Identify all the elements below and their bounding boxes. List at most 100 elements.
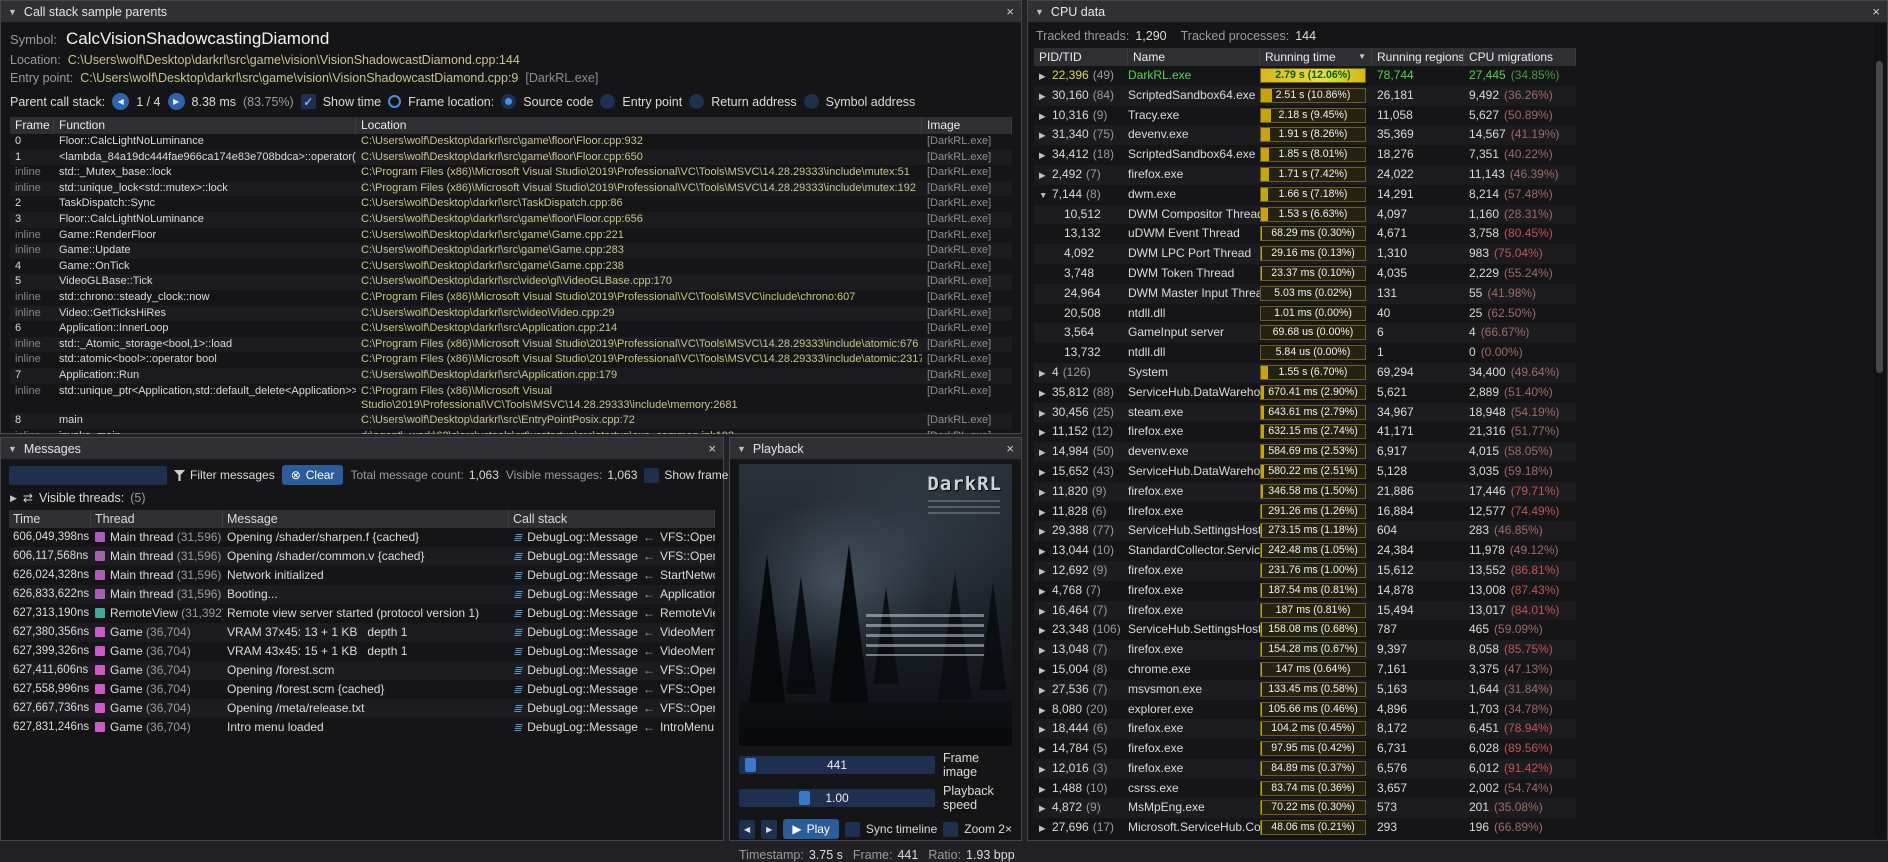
column-running-time[interactable]: Running time ▼ (1260, 48, 1372, 66)
callstack-frame-row[interactable]: inline std::_Atomic_storage<bool,1>::loa… (10, 337, 1012, 353)
callstack-frame-row[interactable]: 1 <lambda_84a19dc444fae966ca174e83e708bd… (10, 150, 1012, 166)
cpu-process-row[interactable]: ▶30,456(25) steam.exe 643.61 ms (2.79%) … (1034, 403, 1576, 423)
cpu-process-row[interactable]: 24,964 DWM Master Input Thread 5.03 ms (… (1034, 284, 1576, 304)
next-parent-button[interactable]: ▶ (168, 93, 185, 110)
message-row[interactable]: 626,024,328ns Main thread (31,596) Netwo… (9, 566, 715, 585)
column-running-regions[interactable]: Running regions (1372, 48, 1464, 66)
next-frame-button[interactable]: ▶ (761, 820, 777, 839)
expand-icon[interactable]: ▶ (1039, 522, 1052, 541)
close-icon[interactable]: × (1006, 441, 1014, 456)
message-callstack[interactable]: ≣DebugLog::Message←VFS::Open (509, 699, 715, 718)
cpu-process-row[interactable]: ▼7,144(8) dwm.exe 1.66 s (7.18%) 14,291 … (1034, 185, 1576, 205)
message-callstack[interactable]: ≣DebugLog::Message←VFS::Open (509, 680, 715, 699)
cpu-process-row[interactable]: 10,512 DWM Compositor Thread 1.53 s (6.6… (1034, 205, 1576, 225)
cpu-scrollbar[interactable] (1874, 25, 1885, 838)
message-row[interactable]: 627,411,606ns Game (36,704) Opening /for… (9, 661, 715, 680)
expand-icon[interactable]: ▶ (1039, 602, 1052, 621)
close-icon[interactable]: × (1006, 4, 1014, 19)
collapse-icon[interactable]: ▼ (8, 7, 17, 17)
cpu-process-row[interactable]: ▶1,488(10) csrss.exe 83.74 ms (0.36%) 3,… (1034, 779, 1576, 799)
cpu-process-row[interactable]: ▶27,536(7) msvsmon.exe 133.45 ms (0.58%)… (1034, 680, 1576, 700)
expand-icon[interactable]: ▶ (1039, 404, 1052, 423)
scrollbar-thumb[interactable] (1876, 61, 1883, 373)
callstack-frame-row[interactable]: 3 Floor::CalcLightNoLuminance C:\Users\w… (10, 212, 1012, 228)
visible-threads-toggle[interactable]: ▶ ⇄ Visible threads: (5) (1, 489, 723, 510)
cpu-process-row[interactable]: ▶14,984(50) devenv.exe 584.69 ms (2.53%)… (1034, 442, 1576, 462)
expand-icon[interactable]: ▶ (1039, 483, 1052, 502)
cpu-process-row[interactable]: ▶18,444(6) firefox.exe 104.2 ms (0.45%) … (1034, 719, 1576, 739)
message-callstack[interactable]: ≣DebugLog::Message←VideoMemo (509, 642, 715, 661)
callstack-frame-row[interactable]: inline std::atomic<bool>::operator bool … (10, 352, 1012, 368)
prev-parent-button[interactable]: ◀ (112, 93, 129, 110)
expand-icon[interactable]: ▶ (1039, 443, 1052, 462)
expand-icon[interactable]: ▶ (1039, 562, 1052, 581)
cpu-process-row[interactable]: ▶11,828(6) firefox.exe 291.26 ms (1.26%)… (1034, 502, 1576, 522)
expand-icon[interactable]: ▶ (1039, 701, 1052, 720)
cpu-process-row[interactable]: ▶15,652(43) ServiceHub.DataWarehou 580.2… (1034, 462, 1576, 482)
collapse-icon[interactable]: ▼ (1035, 7, 1044, 17)
cpu-process-row[interactable]: ▶10,316(9) Tracy.exe 2.18 s (9.45%) 11,0… (1034, 106, 1576, 126)
message-row[interactable]: 627,558,996ns Game (36,704) Opening /for… (9, 680, 715, 699)
expand-icon[interactable]: ▶ (1039, 681, 1052, 700)
message-row[interactable]: 627,399,326ns Game (36,704) VRAM 43x45: … (9, 642, 715, 661)
expand-icon[interactable]: ▶ (1039, 780, 1052, 799)
expand-icon[interactable]: ▶ (1039, 463, 1052, 482)
expand-icon[interactable]: ▶ (1039, 166, 1052, 185)
callstack-frame-row[interactable]: inline Game::Update C:\Users\wolf\Deskto… (10, 243, 1012, 259)
cpu-process-row[interactable]: ▶8,080(20) explorer.exe 105.66 ms (0.46%… (1034, 700, 1576, 720)
sync-timeline-checkbox[interactable] (845, 822, 860, 837)
expand-icon[interactable]: ▶ (1039, 720, 1052, 739)
cpu-process-row[interactable]: ▶13,048(7) firefox.exe 154.28 ms (0.67%)… (1034, 640, 1576, 660)
cpu-process-row[interactable]: ▶12,692(9) firefox.exe 231.76 ms (1.00%)… (1034, 561, 1576, 581)
expand-icon[interactable]: ▶ (1039, 661, 1052, 680)
cpu-process-row[interactable]: ▶29,388(77) ServiceHub.SettingsHost 273.… (1034, 521, 1576, 541)
callstack-frame-row[interactable]: inline Game::RenderFloor C:\Users\wolf\D… (10, 228, 1012, 244)
cpu-process-row[interactable]: ▶13,044(10) StandardCollector.Servic 242… (1034, 541, 1576, 561)
radio-source-code[interactable] (501, 94, 516, 109)
message-callstack[interactable]: ≣DebugLog::Message←VFS::Open (509, 661, 715, 680)
expand-icon[interactable]: ▶ (1039, 107, 1052, 126)
cpu-process-row[interactable]: ▶16,464(7) firefox.exe 187 ms (0.81%) 15… (1034, 601, 1576, 621)
message-row[interactable]: 627,313,190ns RemoteView (31,392) Remote… (9, 604, 715, 623)
filter-messages-button[interactable]: Filter messages (174, 468, 275, 482)
callstack-frame-row[interactable]: inline std::unique_lock<std::mutex>::loc… (10, 181, 1012, 197)
cpu-process-row[interactable]: ▶15,004(8) chrome.exe 147 ms (0.64%) 7,1… (1034, 660, 1576, 680)
callstack-frame-row[interactable]: inline std::unique_ptr<Application,std::… (10, 384, 1012, 414)
cpu-process-row[interactable]: 3,564 GameInput server 69.68 us (0.00%) … (1034, 323, 1576, 343)
expand-icon[interactable]: ▶ (1039, 542, 1052, 561)
callstack-frame-row[interactable]: 0 Floor::CalcLightNoLuminance C:\Users\w… (10, 134, 1012, 150)
cpu-process-row[interactable]: ▶2,492(7) firefox.exe 1.71 s (7.42%) 24,… (1034, 165, 1576, 185)
cpu-process-row[interactable]: ▶11,152(12) firefox.exe 632.15 ms (2.74%… (1034, 422, 1576, 442)
expand-icon[interactable]: ▶ (1039, 503, 1052, 522)
close-icon[interactable]: × (708, 441, 716, 456)
prev-frame-button[interactable]: ◀ (739, 820, 755, 839)
collapse-icon[interactable]: ▼ (737, 444, 746, 454)
cpu-process-row[interactable]: ▶4(126) System 1.55 s (6.70%) 69,294 34,… (1034, 363, 1576, 383)
radio-return-address[interactable] (689, 94, 704, 109)
callstack-frame-row[interactable]: 8 main C:\Users\wolf\Desktop\darkrl\src\… (10, 413, 1012, 429)
radio-entry-point[interactable] (600, 94, 615, 109)
expand-icon[interactable]: ▶ (1039, 126, 1052, 145)
message-callstack[interactable]: ≣DebugLog::Message←StartNetwo (509, 566, 715, 585)
zoom-checkbox[interactable] (943, 822, 958, 837)
speed-slider[interactable]: 1.00 (739, 789, 935, 807)
cpu-process-row[interactable]: ▶4,872(9) MsMpEng.exe 70.22 ms (0.30%) 5… (1034, 798, 1576, 818)
expand-icon[interactable]: ▶ (1039, 819, 1052, 838)
collapse-icon[interactable]: ▼ (8, 444, 17, 454)
callstack-frame-row[interactable]: 7 Application::Run C:\Users\wolf\Desktop… (10, 368, 1012, 384)
column-name[interactable]: Name (1128, 48, 1260, 66)
message-callstack[interactable]: ≣DebugLog::Message←RemoteViev (509, 604, 715, 623)
cpu-process-row[interactable]: 13,732 ntdll.dll 5.84 us (0.00%) 1 0(0.0… (1034, 343, 1576, 363)
cpu-process-row[interactable]: ▶27,696(17) Microsoft.ServiceHub.Co 48.0… (1034, 818, 1576, 838)
close-icon[interactable]: × (1872, 4, 1880, 19)
play-button[interactable]: ▶ Play (783, 819, 839, 839)
message-callstack[interactable]: ≣DebugLog::Message←VFS::Open (509, 528, 715, 547)
message-callstack[interactable]: ≣DebugLog::Message←IntroMenu:: (509, 718, 715, 737)
show-time-checkbox[interactable] (301, 94, 316, 109)
column-cpu-migrations[interactable]: CPU migrations (1464, 48, 1576, 66)
cpu-process-row[interactable]: ▶31,340(75) devenv.exe 1.91 s (8.26%) 35… (1034, 125, 1576, 145)
cpu-process-row[interactable]: 4,092 DWM LPC Port Thread 29.16 ms (0.13… (1034, 244, 1576, 264)
expand-icon[interactable]: ▶ (1039, 582, 1052, 601)
expand-icon[interactable]: ▶ (1039, 423, 1052, 442)
callstack-frame-row[interactable]: 5 VideoGLBase::Tick C:\Users\wolf\Deskto… (10, 274, 1012, 290)
